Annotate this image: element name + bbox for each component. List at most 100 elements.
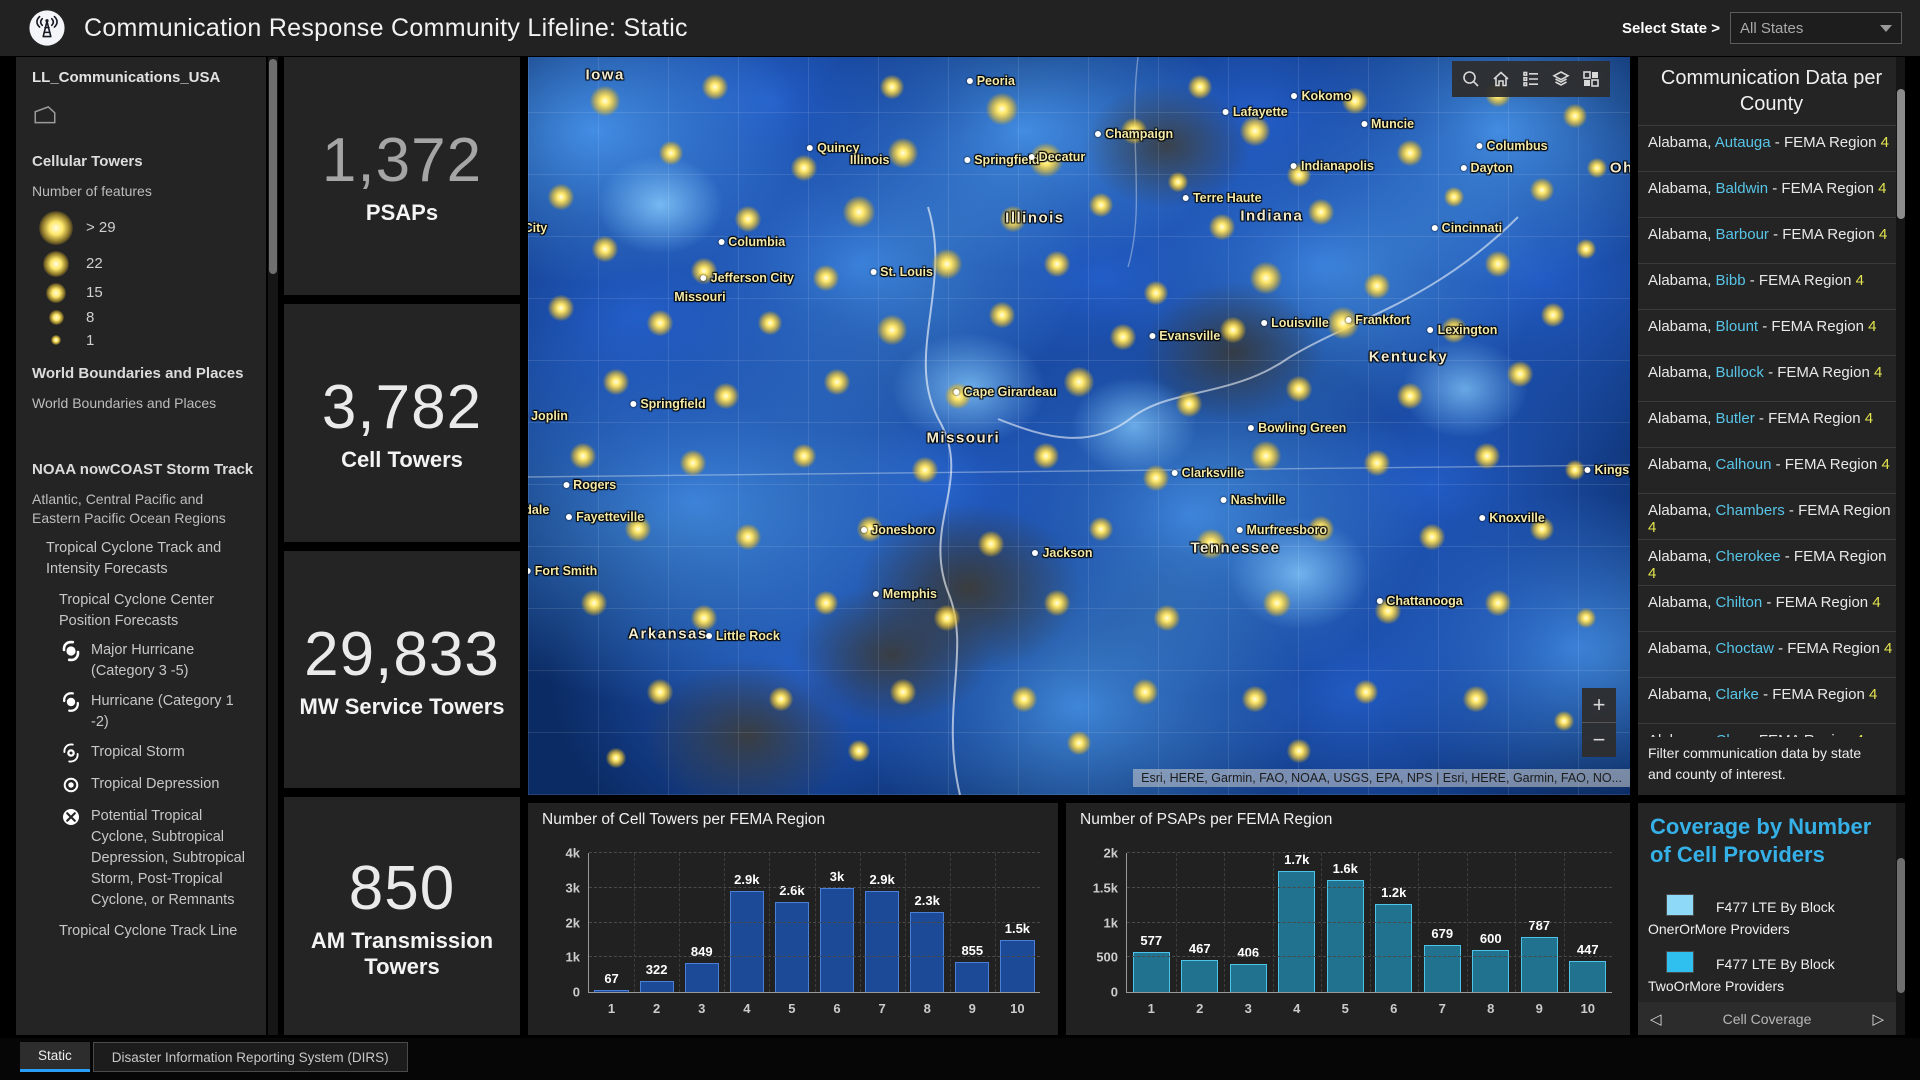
layer-legend-sidebar[interactable]: LL_Communications_USA Cellular Towers Nu… [16,57,266,1035]
county-list-item[interactable]: Alabama, Chambers - FEMA Region 4 [1638,493,1905,539]
map-city-label: Decatur [1029,150,1086,164]
city-marker-dot [1376,598,1382,604]
cell-tower-glow-dot [1168,172,1188,192]
county-list-item[interactable]: Alabama, Clarke - FEMA Region 4 [1638,677,1905,723]
county-list-item[interactable]: Alabama, Choctaw - FEMA Region 4 [1638,631,1905,677]
chart-bar-slot[interactable]: 7879 [1515,853,1564,992]
cell-tower-glow-dot [1354,680,1378,704]
legend-list-icon[interactable] [1516,64,1546,94]
map-city-label: Champaign [1095,127,1173,141]
county-list-item[interactable]: Alabama, Bibb - FEMA Region 4 [1638,263,1905,309]
pager-next-icon[interactable]: ▷ [1872,1010,1884,1028]
county-list-item[interactable]: Alabama, Chilton - FEMA Region 4 [1638,585,1905,631]
pager-label: Cell Coverage [1723,1011,1812,1027]
layers-icon[interactable] [1546,64,1576,94]
tower-glow-dot-icon [43,251,69,277]
city-marker-dot [807,145,813,151]
county-list-item[interactable]: Alabama, Calhoun - FEMA Region 4 [1638,447,1905,493]
x-axis-tick: 3 [1224,1001,1273,1016]
county-list-item[interactable]: Alabama, Blount - FEMA Region 4 [1638,309,1905,355]
psaps-chart: Number of PSAPs per FEMA Region 57714672… [1066,803,1630,1035]
map-city-label: Kingsport [1584,463,1630,477]
map-city-label: Joplin [528,409,568,423]
chart-bar [865,891,899,992]
storm-legend-item: Tropical Storm [32,742,254,765]
view-tab[interactable]: Disaster Information Reporting System (D… [93,1042,408,1072]
cell-tower-glow-dot [1554,711,1574,731]
cell-tower-glow-dot [1287,739,1311,763]
chart-bar-slot[interactable]: 1.5k10 [995,853,1040,992]
chart-bar-slot[interactable]: 5771 [1127,853,1176,992]
map-state-label: Ohio [1610,159,1630,176]
x-axis-tick: 2 [1176,1001,1225,1016]
storm-legend-item: Tropical Depression [32,774,254,797]
county-list-item[interactable]: Alabama, Barbour - FEMA Region 4 [1638,217,1905,263]
cell-tower-glow-dot [1240,116,1270,146]
map-state-label: Iowa [585,67,624,84]
pager-prev-icon[interactable]: ◁ [1650,1010,1662,1028]
cell-tower-glow-dot [1364,450,1390,476]
map-attribution: Esri, HERE, Garmin, FAO, NOAA, USGS, EPA… [1133,769,1630,787]
radio-tower-broadcast-icon [28,9,66,47]
county-list-item[interactable]: Alabama, Bullock - FEMA Region 4 [1638,355,1905,401]
cell-tower-glow-dot [989,302,1015,328]
chart-bar-slot[interactable]: 1.6k5 [1321,853,1370,992]
map-state-label: Indiana [1240,207,1303,224]
county-list-item[interactable]: Alabama, Autauga - FEMA Region 4 [1638,125,1905,171]
chart-bar-slot[interactable]: 4672 [1176,853,1225,992]
stat-value: 1,372 [322,125,482,196]
legend-row: 8 [32,309,254,326]
chart-bar-slot[interactable]: 2.9k7 [860,853,905,992]
basemap-grid-icon[interactable] [1576,64,1606,94]
chart-bar-slot[interactable]: 2.9k4 [724,853,769,992]
chart-bar-slot[interactable]: 1.2k6 [1370,853,1419,992]
cell-tower-glow-dot [813,265,839,291]
county-list-item[interactable]: Alabama, Butler - FEMA Region 4 [1638,401,1905,447]
map-city-label: Muncie [1361,117,1414,131]
city-marker-dot [1221,497,1227,503]
chart-bar-slot[interactable]: 6797 [1418,853,1467,992]
x-axis-tick: 7 [1418,1001,1467,1016]
search-icon[interactable] [1456,64,1486,94]
cell-tower-glow-dot [758,311,782,335]
header-bar: Communication Response Community Lifelin… [0,0,1920,58]
chart-bar [594,990,628,992]
stat-cards: 1,372 PSAPs 3,782 Cell Towers 29,833 MW … [284,57,520,1035]
chart-bar-slot[interactable]: 3222 [634,853,679,992]
map-city-label: Jonesboro [861,523,935,537]
coverage-legend-item: F477 LTE By Block OnerOrMore Providers [1648,894,1897,941]
cell-tower-glow-dot [814,591,838,615]
cell-tower-glow-dot [1143,465,1169,491]
map-zoom-control: + − [1582,688,1616,757]
cell-tower-glow-dot [1397,383,1423,409]
chart-bar [1375,904,1412,992]
map-city-label: Springdale [528,503,549,517]
zoom-out-button[interactable]: − [1582,723,1616,757]
state-dropdown[interactable]: All States [1730,12,1902,44]
coverage-swatch-icon [1666,951,1694,973]
county-data-panel: Communication Data per County Alabama, A… [1638,57,1905,795]
zoom-in-button[interactable]: + [1582,688,1616,723]
chart-bar-slot[interactable]: 4063 [1224,853,1273,992]
legend-row: 1 [32,332,254,349]
coverage-panel-title: Coverage by Number of Cell Providers [1638,803,1905,868]
city-marker-dot [1584,467,1590,473]
chart-bar-slot[interactable]: 44710 [1564,853,1613,992]
chart-bar [1521,937,1558,992]
map-toolbar [1452,61,1610,97]
home-icon[interactable] [1486,64,1516,94]
county-list-item[interactable]: Alabama, Baldwin - FEMA Region 4 [1638,171,1905,217]
city-marker-dot [563,482,569,488]
map-city-label: Terre Haute [1183,191,1262,205]
chart-bar [775,902,809,992]
panel-pager: ◁ Cell Coverage ▷ [1638,1002,1896,1035]
view-tab[interactable]: Static [20,1042,90,1072]
coverage-panel: Coverage by Number of Cell Providers F47… [1638,803,1905,1035]
chart-bar-slot[interactable]: 2.3k8 [905,853,950,992]
coverage-panel-scrollbar[interactable] [1896,803,1905,1035]
county-list-item[interactable]: Alabama, Cherokee - FEMA Region 4 [1638,539,1905,585]
coverage-map[interactable]: IowaPeoriaKokomoLafayetteMuncieChampaign… [528,57,1630,795]
county-list-scrollbar[interactable] [1896,57,1905,795]
cell-tower-glow-dot [1064,367,1094,397]
sidebar-scrollbar[interactable] [268,57,278,1035]
